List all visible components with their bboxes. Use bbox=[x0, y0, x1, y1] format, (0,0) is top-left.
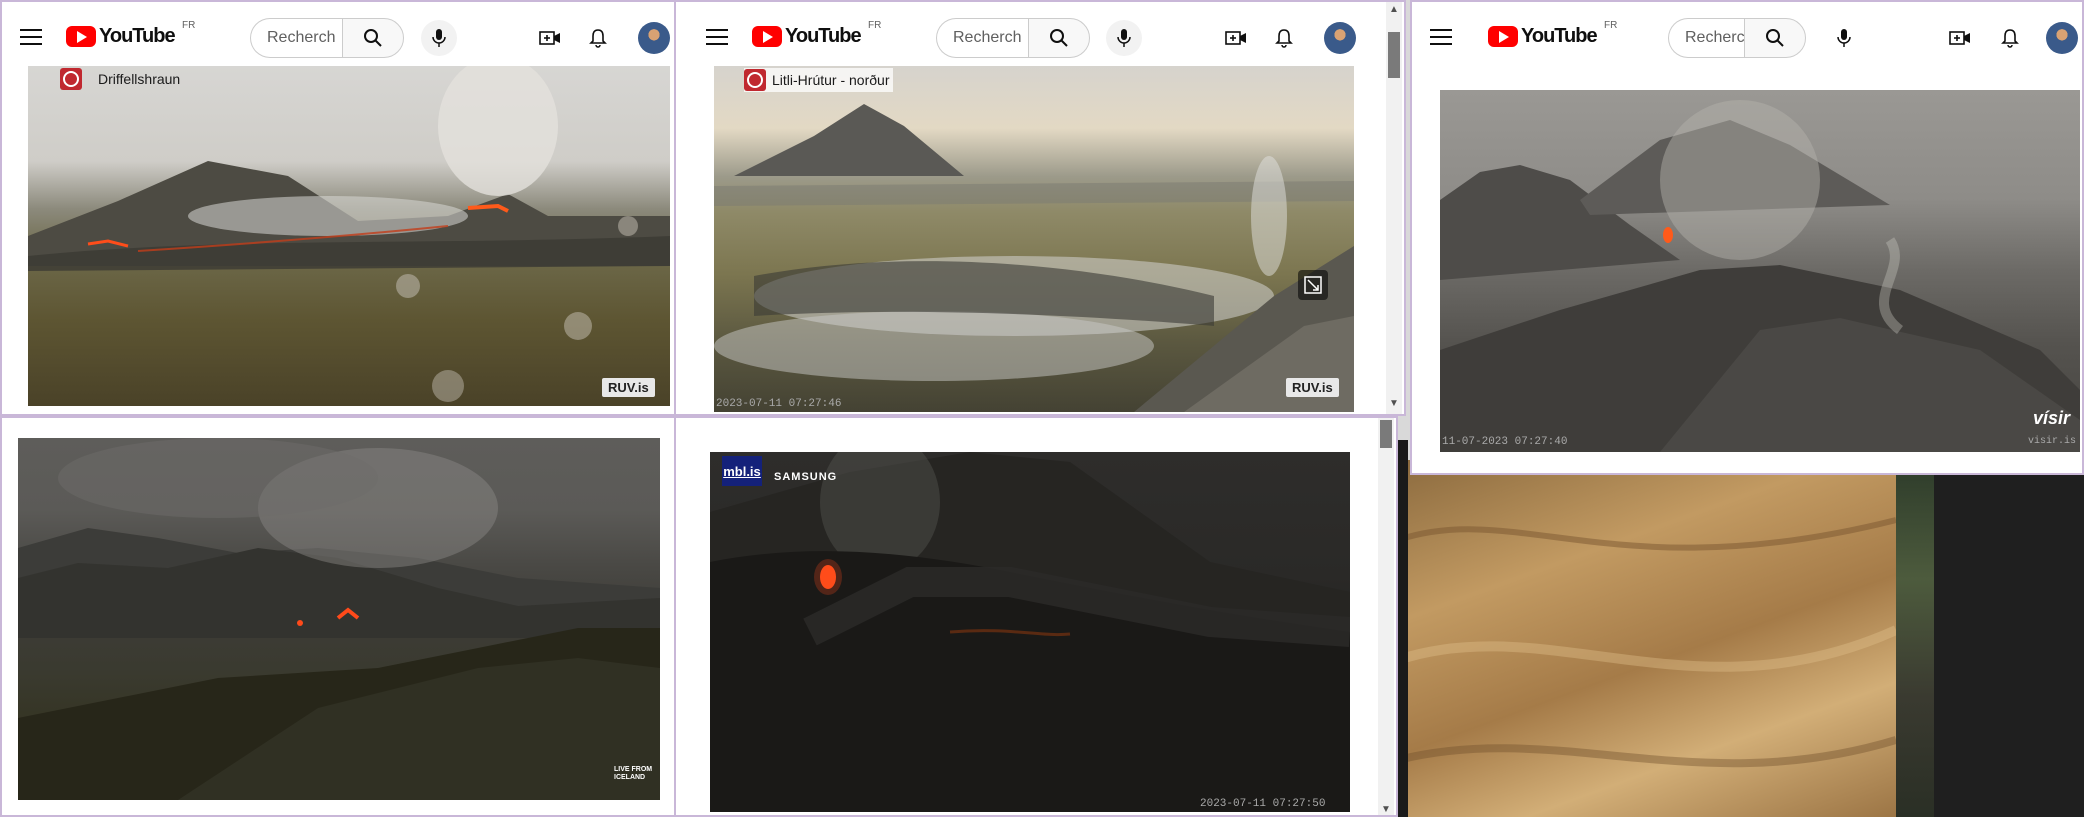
youtube-logo[interactable]: YouTube FR bbox=[66, 20, 195, 48]
terrain-texture bbox=[1398, 517, 1896, 768]
volcano-scene bbox=[710, 452, 1350, 812]
bell-icon bbox=[2001, 29, 2019, 48]
scrollbar[interactable]: ▼ bbox=[1378, 418, 1394, 815]
create-button[interactable] bbox=[532, 20, 568, 56]
video-timestamp: 2023-07-11 07:27:46 bbox=[716, 398, 842, 410]
browser-window-1[interactable]: YouTube FR Recherch Driffellshraun RUV.i… bbox=[0, 0, 676, 416]
search-button[interactable] bbox=[342, 18, 404, 58]
voice-search-button[interactable] bbox=[1826, 20, 1862, 56]
microphone-icon bbox=[1117, 29, 1131, 47]
volcano-scene bbox=[28, 66, 670, 402]
account-avatar[interactable] bbox=[638, 22, 670, 54]
youtube-wordmark: YouTube bbox=[1521, 25, 1598, 47]
bell-icon bbox=[589, 29, 607, 48]
menu-icon[interactable] bbox=[1430, 29, 1452, 45]
scroll-down-arrow[interactable]: ▼ bbox=[1381, 804, 1391, 815]
search-button[interactable] bbox=[1028, 18, 1090, 58]
search-icon bbox=[364, 29, 382, 47]
stream-title: Litli-Hrútur - norður bbox=[772, 72, 890, 88]
browser-window-2[interactable]: YouTube FR Recherch Litli-Hrútur - norðu… bbox=[674, 0, 1406, 416]
account-avatar[interactable] bbox=[2046, 22, 2078, 54]
ruv-watermark: RUV.is bbox=[602, 378, 655, 397]
youtube-play-icon bbox=[752, 26, 782, 47]
youtube-header: YouTube FR Recherch bbox=[2, 2, 674, 70]
notifications-button[interactable] bbox=[1992, 20, 2028, 56]
stream-label: Litli-Hrútur - norður bbox=[744, 68, 894, 92]
scroll-thumb[interactable] bbox=[1388, 32, 1400, 78]
search-bar: Recherch bbox=[936, 18, 1090, 58]
youtube-play-icon bbox=[1488, 26, 1518, 47]
create-video-icon bbox=[539, 31, 560, 45]
browser-window-3[interactable]: YouTube FR Recherc vísir visir.is 11-07-… bbox=[1410, 0, 2084, 475]
youtube-logo[interactable]: YouTube FR bbox=[752, 20, 881, 48]
voice-search-button[interactable] bbox=[1106, 20, 1142, 56]
dark-panel-bottom-left bbox=[1398, 440, 1408, 817]
fullscreen-button[interactable] bbox=[1298, 270, 1328, 300]
notifications-button[interactable] bbox=[1266, 20, 1302, 56]
video-timestamp: 11-07-2023 07:27:40 bbox=[1442, 436, 1568, 448]
video-player-visir[interactable]: vísir visir.is 11-07-2023 07:27:40 bbox=[1440, 90, 2080, 452]
expand-icon bbox=[1304, 276, 1322, 294]
region-code: FR bbox=[182, 20, 196, 31]
account-avatar[interactable] bbox=[1324, 22, 1356, 54]
create-video-icon bbox=[1225, 31, 1246, 45]
region-code: FR bbox=[1604, 20, 1618, 31]
scroll-up-arrow[interactable]: ▲ bbox=[1389, 4, 1399, 15]
video-player-litli-hrutur[interactable]: Litli-Hrútur - norður RUV.is 2023-07-11 … bbox=[714, 66, 1354, 412]
notifications-button[interactable] bbox=[580, 20, 616, 56]
menu-icon[interactable] bbox=[20, 29, 42, 45]
live-from-iceland-logo: LIVE FROM ICELAND bbox=[614, 766, 653, 781]
ruv-icon bbox=[744, 69, 766, 91]
bell-icon bbox=[1275, 29, 1293, 48]
ruv-watermark: RUV.is bbox=[1286, 378, 1339, 397]
aerial-terrain-video bbox=[1398, 460, 1896, 817]
youtube-header: YouTube FR Recherc bbox=[1412, 2, 2082, 70]
search-input[interactable]: Recherch bbox=[936, 18, 1028, 58]
scroll-down-arrow[interactable]: ▼ bbox=[1389, 398, 1399, 409]
youtube-wordmark: YouTube bbox=[785, 25, 862, 47]
visir-logo: vísir bbox=[2032, 408, 2070, 428]
video-player-live-from-iceland[interactable]: LIVE FROM ICELAND bbox=[18, 438, 660, 800]
ruv-icon bbox=[60, 68, 82, 90]
stream-title: Driffellshraun bbox=[98, 71, 181, 87]
volcano-scene bbox=[1440, 100, 2080, 452]
youtube-logo[interactable]: YouTube FR bbox=[1488, 20, 1617, 48]
youtube-wordmark: YouTube bbox=[99, 25, 176, 47]
video-timestamp: 2023-07-11 07:27:50 bbox=[1200, 798, 1326, 810]
youtube-play-icon bbox=[66, 26, 96, 47]
mbl-logo: mbl.is bbox=[722, 456, 762, 486]
visir-url: visir.is bbox=[2027, 436, 2076, 447]
microphone-icon bbox=[432, 29, 446, 47]
search-button[interactable] bbox=[1744, 18, 1806, 58]
youtube-header: YouTube FR Recherch bbox=[676, 2, 1404, 70]
search-icon bbox=[1766, 29, 1784, 47]
aerial-map-strip bbox=[1896, 460, 1934, 817]
search-bar: Recherch bbox=[250, 18, 404, 58]
volcano-scene bbox=[18, 438, 660, 800]
search-input[interactable]: Recherch bbox=[250, 18, 342, 58]
microphone-icon bbox=[1837, 29, 1851, 47]
samsung-logo: SAMSUNG bbox=[774, 471, 838, 483]
video-player-mbl[interactable]: mbl.is SAMSUNG 2023-07-11 07:27:50 bbox=[710, 452, 1350, 812]
create-button[interactable] bbox=[1218, 20, 1254, 56]
dark-panel bbox=[1934, 460, 2084, 817]
browser-window-4[interactable]: LIVE FROM ICELAND bbox=[0, 416, 676, 817]
volcano-scene bbox=[714, 104, 1354, 412]
search-bar: Recherc bbox=[1668, 18, 1806, 58]
menu-icon[interactable] bbox=[706, 29, 728, 45]
stream-label: Driffellshraun bbox=[60, 68, 180, 90]
region-code: FR bbox=[868, 20, 882, 31]
search-icon bbox=[1050, 29, 1068, 47]
create-video-icon bbox=[1949, 31, 1970, 45]
browser-window-5[interactable]: mbl.is SAMSUNG 2023-07-11 07:27:50 ▼ bbox=[674, 416, 1398, 817]
voice-search-button[interactable] bbox=[421, 20, 457, 56]
video-player-driffellshraun[interactable]: Driffellshraun RUV.is bbox=[28, 66, 670, 406]
scrollbar[interactable]: ▲ ▼ bbox=[1386, 2, 1402, 414]
create-button[interactable] bbox=[1942, 20, 1978, 56]
scroll-thumb[interactable] bbox=[1380, 420, 1392, 448]
search-input[interactable]: Recherc bbox=[1668, 18, 1744, 58]
